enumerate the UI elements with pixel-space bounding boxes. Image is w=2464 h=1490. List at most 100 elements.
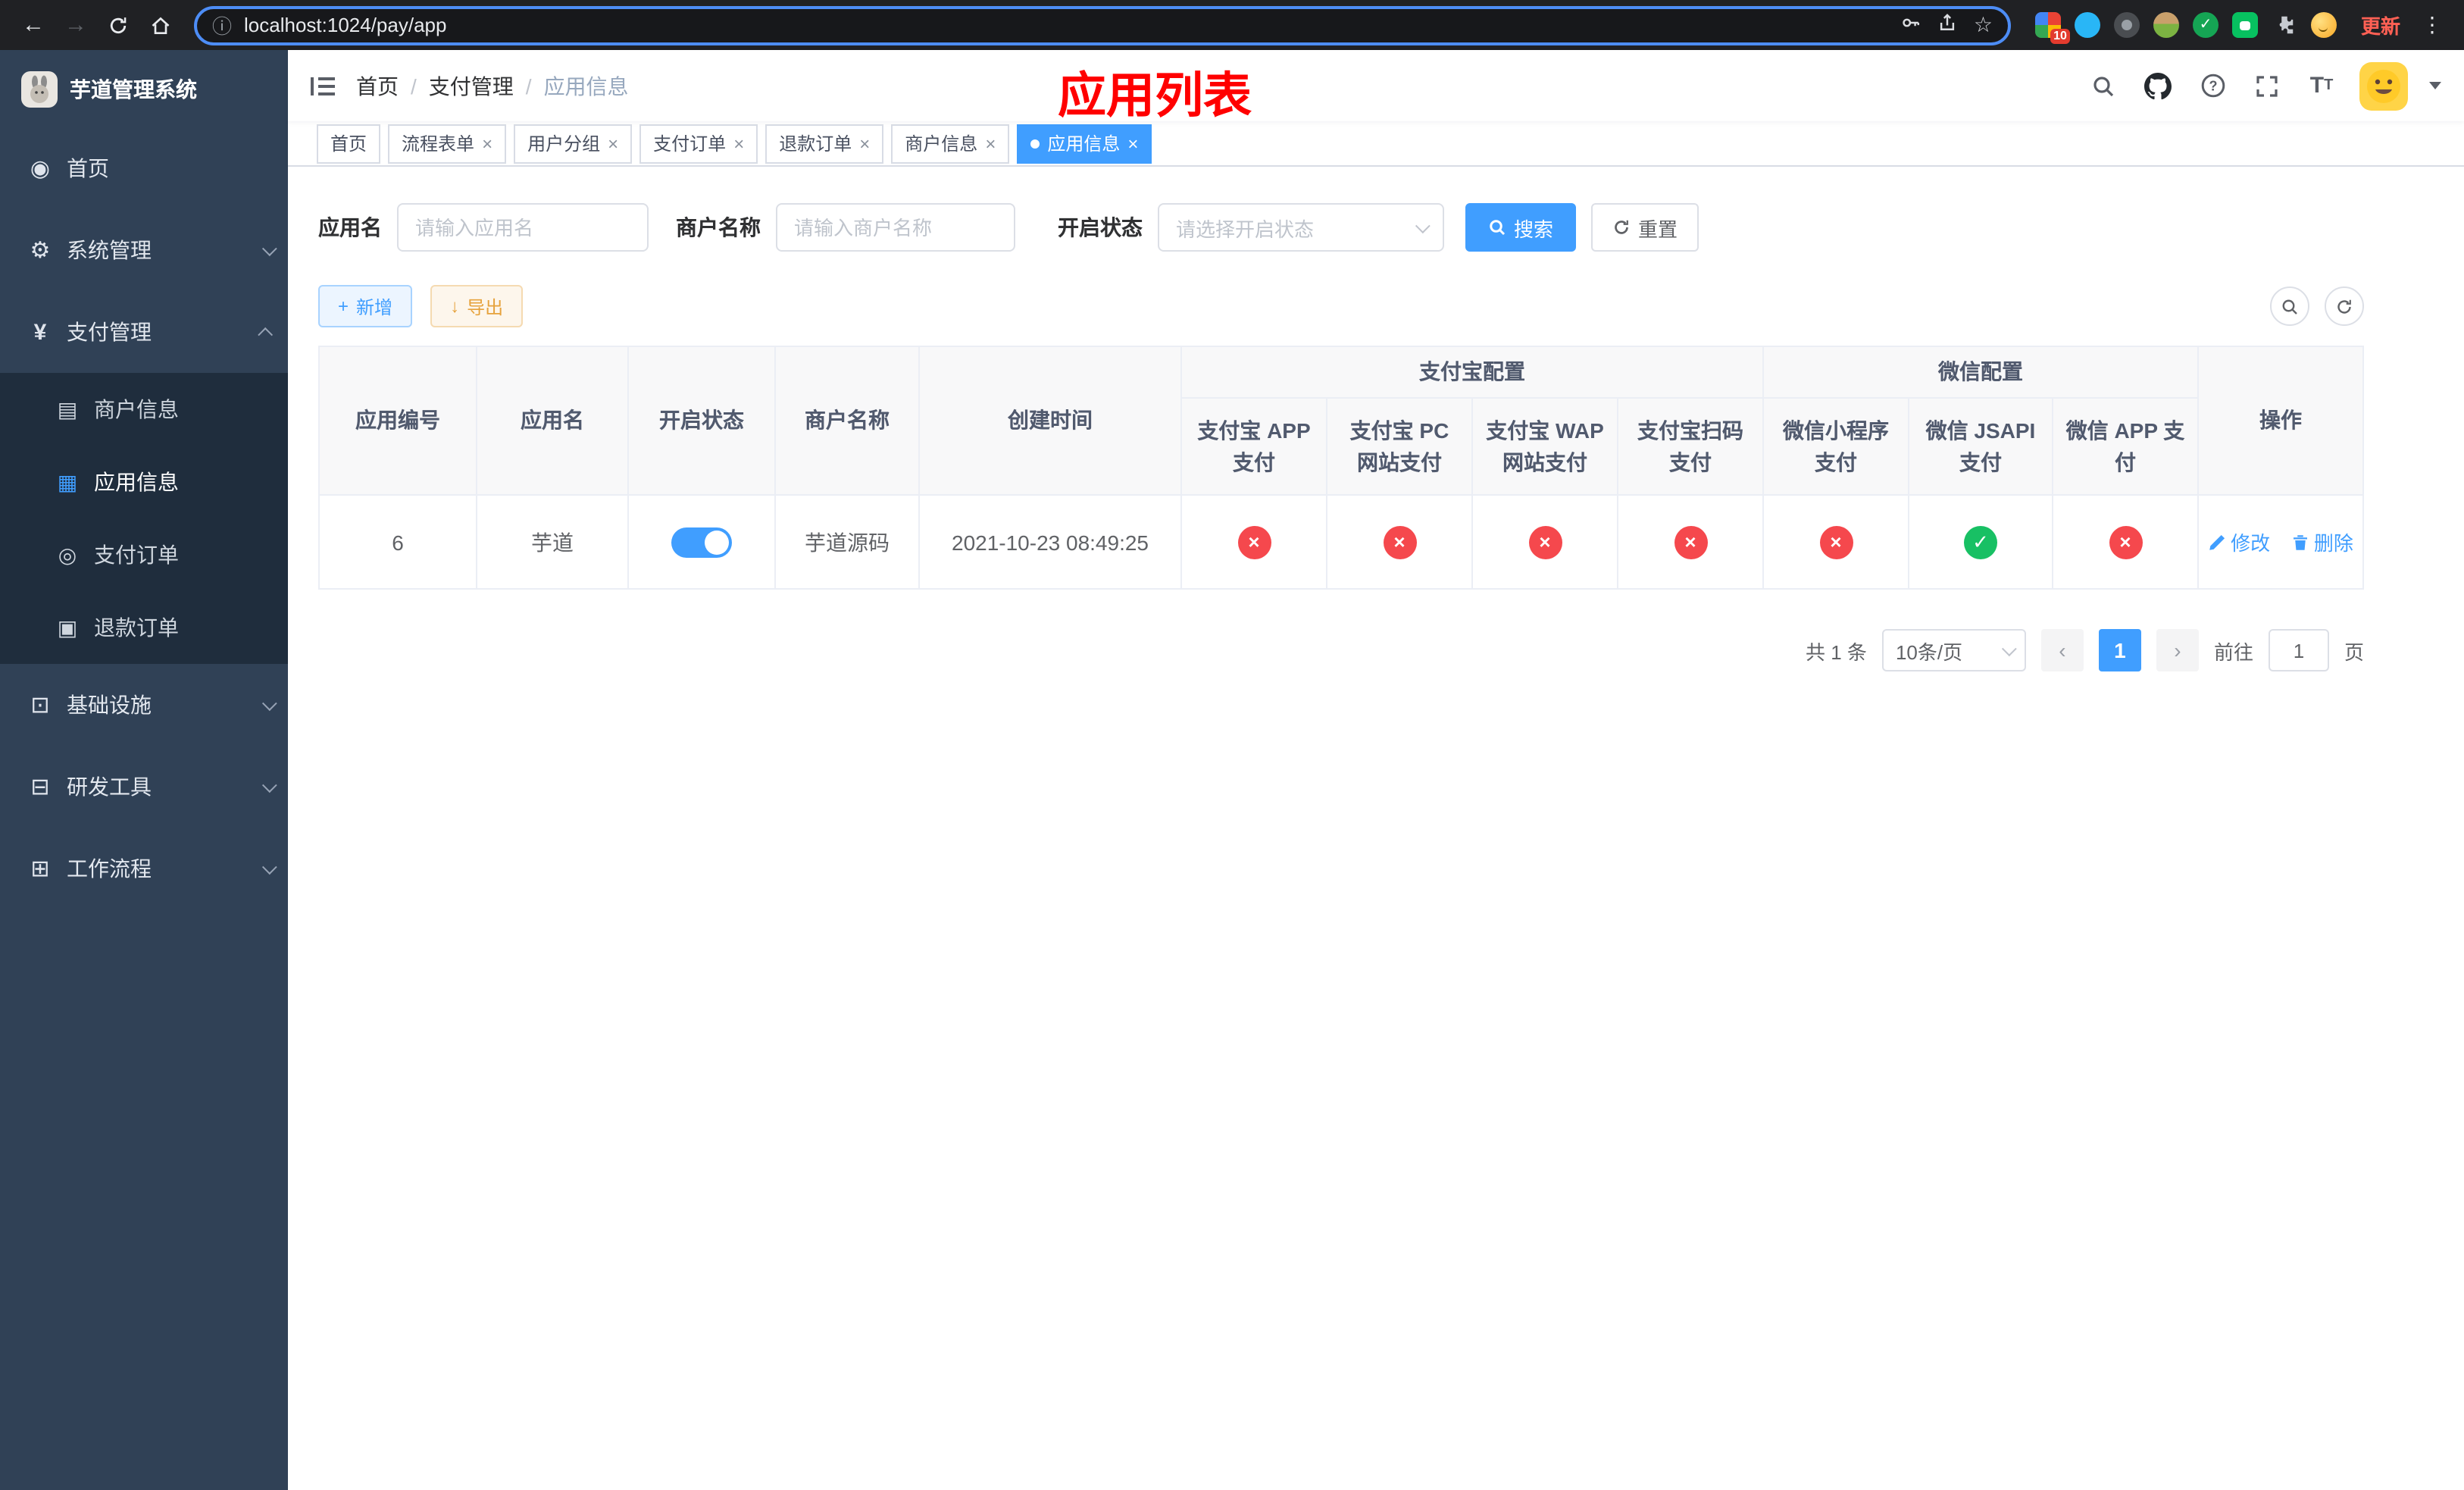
profile-avatar-icon[interactable]: [2310, 12, 2337, 38]
extension-avatar-icon[interactable]: [2153, 12, 2179, 38]
group-alipay-config: 支付宝配置: [1180, 346, 1764, 399]
merchant-name-input[interactable]: [776, 203, 1015, 252]
close-icon[interactable]: ×: [985, 134, 996, 152]
wx-app-status-icon: ×: [2109, 525, 2142, 559]
sidebar-item-refund-order[interactable]: ▣ 退款订单: [0, 591, 288, 664]
share-icon[interactable]: [1937, 12, 1959, 38]
goto-page-input[interactable]: [2268, 629, 2329, 671]
user-avatar[interactable]: [2359, 61, 2408, 110]
page-info-icon[interactable]: ⓘ: [212, 11, 232, 39]
breadcrumb-payment[interactable]: 支付管理: [429, 70, 514, 101]
order-icon: ◎: [58, 542, 77, 566]
sidebar-menu: ◉ 首页 ⚙ 系统管理 ¥ 支付管理 ▤ 商户信息 ▦ 应用信息 ◎ 支付订单 …: [0, 127, 288, 909]
tab-merchant-info[interactable]: 商户信息 ×: [891, 124, 1010, 163]
add-button[interactable]: + 新增: [318, 285, 413, 327]
help-icon[interactable]: ?: [2196, 69, 2229, 102]
chevron-down-icon: [2001, 640, 2017, 656]
refresh-table-button[interactable]: [2325, 286, 2364, 326]
download-icon: ↓: [450, 296, 460, 317]
cell-app-id: 6: [318, 494, 477, 590]
sidebar-item-system[interactable]: ⚙ 系统管理: [0, 209, 288, 291]
close-icon[interactable]: ×: [859, 134, 870, 152]
export-button[interactable]: ↓ 导出: [430, 285, 524, 327]
page-size-select[interactable]: 10条/页: [1881, 629, 2026, 671]
toggle-search-button[interactable]: [2270, 286, 2309, 326]
col-wx-app: 微信 APP 支付: [2052, 397, 2199, 496]
header-search-icon[interactable]: [2087, 69, 2120, 102]
cell-created: 2021-10-23 08:49:25: [918, 494, 1182, 590]
close-icon[interactable]: ×: [733, 134, 744, 152]
sidebar-item-payment[interactable]: ¥ 支付管理: [0, 291, 288, 373]
browser-menu-icon[interactable]: ⋮: [2416, 12, 2449, 38]
top-navbar: 首页 / 支付管理 / 应用信息 应用列表 ? T T: [288, 50, 2464, 123]
dashboard-icon: ◉: [30, 156, 51, 182]
tab-refund-order[interactable]: 退款订单 ×: [765, 124, 884, 163]
col-alipay-app: 支付宝 APP 支付: [1180, 397, 1327, 496]
home-button[interactable]: [142, 7, 179, 43]
annotation-title: 应用列表: [1058, 68, 1252, 123]
sidebar-item-merchant-info[interactable]: ▤ 商户信息: [0, 373, 288, 446]
sidebar-item-pay-order[interactable]: ◎ 支付订单: [0, 518, 288, 591]
breadcrumb: 首页 / 支付管理 / 应用信息: [356, 70, 629, 101]
password-key-icon[interactable]: [1901, 12, 1922, 38]
app-name-input[interactable]: [397, 203, 649, 252]
reload-icon: [110, 17, 127, 33]
tab-app-info[interactable]: 应用信息 ×: [1017, 124, 1152, 163]
chevron-down-icon: [1415, 218, 1431, 233]
sidebar-item-infra[interactable]: ⊡ 基础设施: [0, 664, 288, 746]
payment-submenu: ▤ 商户信息 ▦ 应用信息 ◎ 支付订单 ▣ 退款订单: [0, 373, 288, 664]
status-select[interactable]: 请选择开启状态: [1158, 203, 1444, 252]
fullscreen-icon[interactable]: [2250, 69, 2284, 102]
sidebar-item-workflow[interactable]: ⊞ 工作流程: [0, 828, 288, 909]
close-icon[interactable]: ×: [608, 134, 618, 152]
extension-drop-icon[interactable]: [2074, 12, 2100, 38]
forward-button[interactable]: →: [58, 7, 94, 43]
alipay-app-status-icon: ×: [1237, 525, 1271, 559]
search-icon: [2282, 299, 2297, 314]
chrome-update-button[interactable]: 更新: [2352, 6, 2409, 44]
app-name-label: 应用名: [318, 215, 382, 239]
sidebar-fold-button[interactable]: [311, 75, 335, 96]
extensions-puzzle-icon[interactable]: [2272, 12, 2297, 38]
extension-check-icon[interactable]: ✓: [2192, 12, 2219, 38]
breadcrumb-home[interactable]: 首页: [356, 70, 399, 101]
url-bar[interactable]: ⓘ localhost:1024/pay/app ☆: [194, 5, 2011, 45]
group-wechat-config: 微信配置: [1762, 346, 2199, 399]
edit-link[interactable]: 修改: [2208, 527, 2270, 556]
alipay-wap-status-icon: ×: [1528, 525, 1562, 559]
alipay-qr-status-icon: ×: [1674, 525, 1707, 559]
sidebar-item-devtools[interactable]: ⊟ 研发工具: [0, 746, 288, 828]
github-icon[interactable]: [2141, 69, 2175, 102]
reload-button[interactable]: [100, 7, 136, 43]
search-button[interactable]: 搜索: [1465, 203, 1577, 252]
sidebar-item-app-info[interactable]: ▦ 应用信息: [0, 446, 288, 518]
extension-dark-icon[interactable]: [2113, 12, 2140, 38]
tab-flow-form[interactable]: 流程表单 ×: [388, 124, 507, 163]
back-button[interactable]: ←: [15, 7, 52, 43]
avatar-dropdown-caret[interactable]: [2429, 82, 2441, 89]
next-page-button[interactable]: ›: [2156, 629, 2199, 671]
extension-chat-icon[interactable]: [2231, 12, 2258, 38]
yen-icon: ¥: [33, 319, 47, 345]
gear-icon: ⚙: [30, 238, 51, 264]
page-1-button[interactable]: 1: [2098, 629, 2141, 671]
reset-button[interactable]: 重置: [1591, 203, 1699, 252]
extensions-area: 10 ✓: [2034, 12, 2337, 44]
credit-card-icon: ▤: [57, 396, 78, 421]
bookmark-star-icon[interactable]: ☆: [1974, 12, 1993, 38]
app-logo-row[interactable]: 芋道管理系统: [0, 50, 288, 127]
tab-home[interactable]: 首页: [317, 124, 381, 163]
breadcrumb-current: 应用信息: [543, 74, 629, 98]
sidebar-item-home[interactable]: ◉ 首页: [0, 127, 288, 209]
prev-page-button[interactable]: ‹: [2040, 629, 2084, 671]
status-toggle[interactable]: [671, 527, 732, 557]
close-icon[interactable]: ×: [1127, 134, 1138, 152]
home-icon: [152, 16, 170, 33]
font-size-icon[interactable]: TT: [2305, 69, 2338, 102]
extension-grid-icon[interactable]: 10: [2034, 12, 2070, 44]
close-icon[interactable]: ×: [482, 134, 492, 152]
delete-link[interactable]: 删除: [2291, 527, 2353, 556]
tab-user-group[interactable]: 用户分组 ×: [514, 124, 633, 163]
breadcrumb-separator: /: [411, 74, 417, 98]
tab-pay-order[interactable]: 支付订单 ×: [639, 124, 758, 163]
